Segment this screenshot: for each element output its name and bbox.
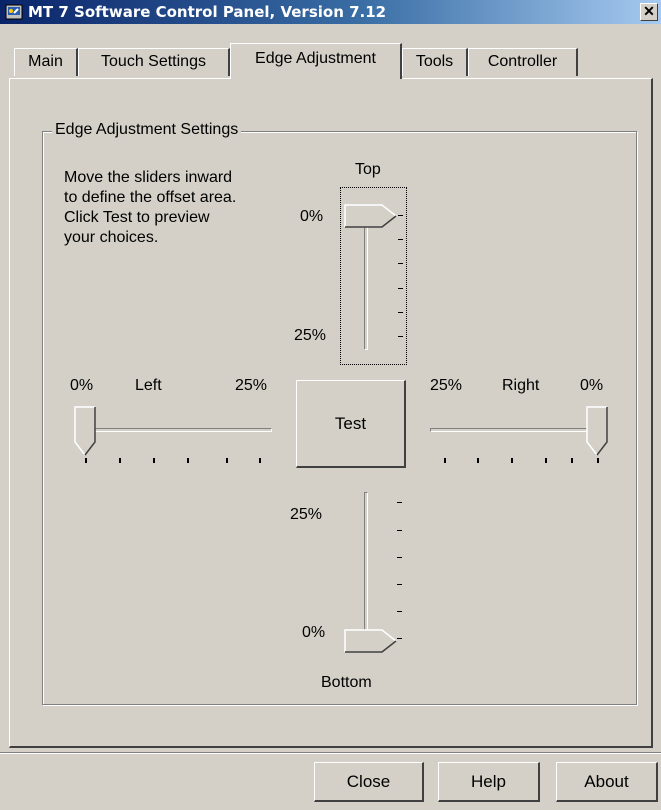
bottom-slider-label: Bottom bbox=[321, 674, 372, 691]
left-slider-track[interactable] bbox=[82, 428, 272, 432]
tick bbox=[571, 458, 573, 463]
about-button[interactable]: About bbox=[556, 762, 658, 802]
tick bbox=[397, 611, 402, 612]
instruction-line: Move the sliders inward bbox=[64, 169, 233, 186]
tab-label: Edge Adjustment bbox=[255, 50, 376, 67]
left-slider-max-label: 25% bbox=[235, 377, 268, 394]
top-slider-label: Top bbox=[355, 161, 381, 178]
test-button[interactable]: Test bbox=[296, 380, 406, 468]
tick bbox=[398, 288, 403, 289]
bottom-slider-min-label: 0% bbox=[302, 624, 326, 641]
test-button-label: Test bbox=[334, 414, 367, 433]
right-slider-min-label: 25% bbox=[430, 377, 463, 394]
bottom-slider-track[interactable] bbox=[364, 492, 368, 642]
tick bbox=[398, 336, 403, 337]
tick bbox=[226, 458, 228, 463]
instruction-line: to define the offset area. bbox=[64, 189, 237, 206]
top-slider-max-label: 25% bbox=[294, 327, 327, 344]
top-slider-min-label: 0% bbox=[300, 208, 324, 225]
right-slider-max-label: 0% bbox=[580, 377, 604, 394]
about-button-label: About bbox=[584, 772, 629, 791]
window-title: MT 7 Software Control Panel, Version 7.1… bbox=[28, 3, 387, 21]
tick bbox=[153, 458, 155, 463]
tick bbox=[397, 530, 402, 531]
help-button[interactable]: Help bbox=[438, 762, 540, 802]
tick bbox=[477, 458, 479, 463]
bottom-slider-max-label: 25% bbox=[290, 506, 323, 523]
tick bbox=[187, 458, 189, 463]
help-button-label: Help bbox=[471, 772, 506, 791]
tick bbox=[545, 458, 547, 463]
close-button[interactable]: Close bbox=[314, 762, 424, 802]
close-window-button[interactable]: ✕ bbox=[640, 3, 658, 21]
top-slider-thumb[interactable] bbox=[344, 204, 398, 228]
tab-label: Tools bbox=[415, 53, 454, 70]
right-slider-track[interactable] bbox=[430, 428, 604, 432]
tab-touch-settings[interactable]: Touch Settings bbox=[78, 48, 230, 76]
tab-main[interactable]: Main bbox=[14, 48, 78, 76]
tab-controller[interactable]: Controller bbox=[468, 48, 578, 76]
tab-label: Touch Settings bbox=[101, 53, 206, 70]
tab-tools[interactable]: Tools bbox=[402, 48, 468, 76]
footer-separator-highlight bbox=[0, 753, 661, 754]
tick bbox=[119, 458, 121, 463]
tab-edge-adjustment[interactable]: Edge Adjustment bbox=[230, 43, 402, 79]
right-slider-label: Right bbox=[502, 377, 540, 394]
tick bbox=[511, 458, 513, 463]
tick bbox=[85, 458, 87, 463]
tick bbox=[259, 458, 261, 463]
instruction-line: your choices. bbox=[64, 229, 159, 246]
close-icon: ✕ bbox=[643, 3, 655, 19]
tab-label: Controller bbox=[487, 53, 558, 70]
title-bar: MT 7 Software Control Panel, Version 7.1… bbox=[0, 0, 661, 24]
group-title: Edge Adjustment Settings bbox=[52, 121, 242, 139]
left-slider-label: Left bbox=[135, 377, 162, 394]
tick bbox=[597, 458, 599, 463]
right-slider-thumb[interactable] bbox=[586, 406, 608, 456]
tick bbox=[398, 215, 403, 216]
instructions-text: Move the sliders inward to define the of… bbox=[64, 168, 294, 248]
tick bbox=[398, 312, 403, 313]
close-button-label: Close bbox=[346, 772, 391, 791]
tick bbox=[398, 263, 403, 264]
tick bbox=[398, 239, 403, 240]
left-slider-min-label: 0% bbox=[70, 377, 94, 394]
tick bbox=[397, 584, 402, 585]
tick bbox=[397, 557, 402, 558]
bottom-slider-thumb[interactable] bbox=[344, 629, 398, 653]
instruction-line: Click Test to preview bbox=[64, 209, 210, 226]
control-panel-icon bbox=[5, 4, 23, 20]
tick bbox=[397, 502, 402, 503]
left-slider-thumb[interactable] bbox=[74, 406, 96, 456]
tick bbox=[444, 458, 446, 463]
tab-label: Main bbox=[28, 53, 63, 70]
